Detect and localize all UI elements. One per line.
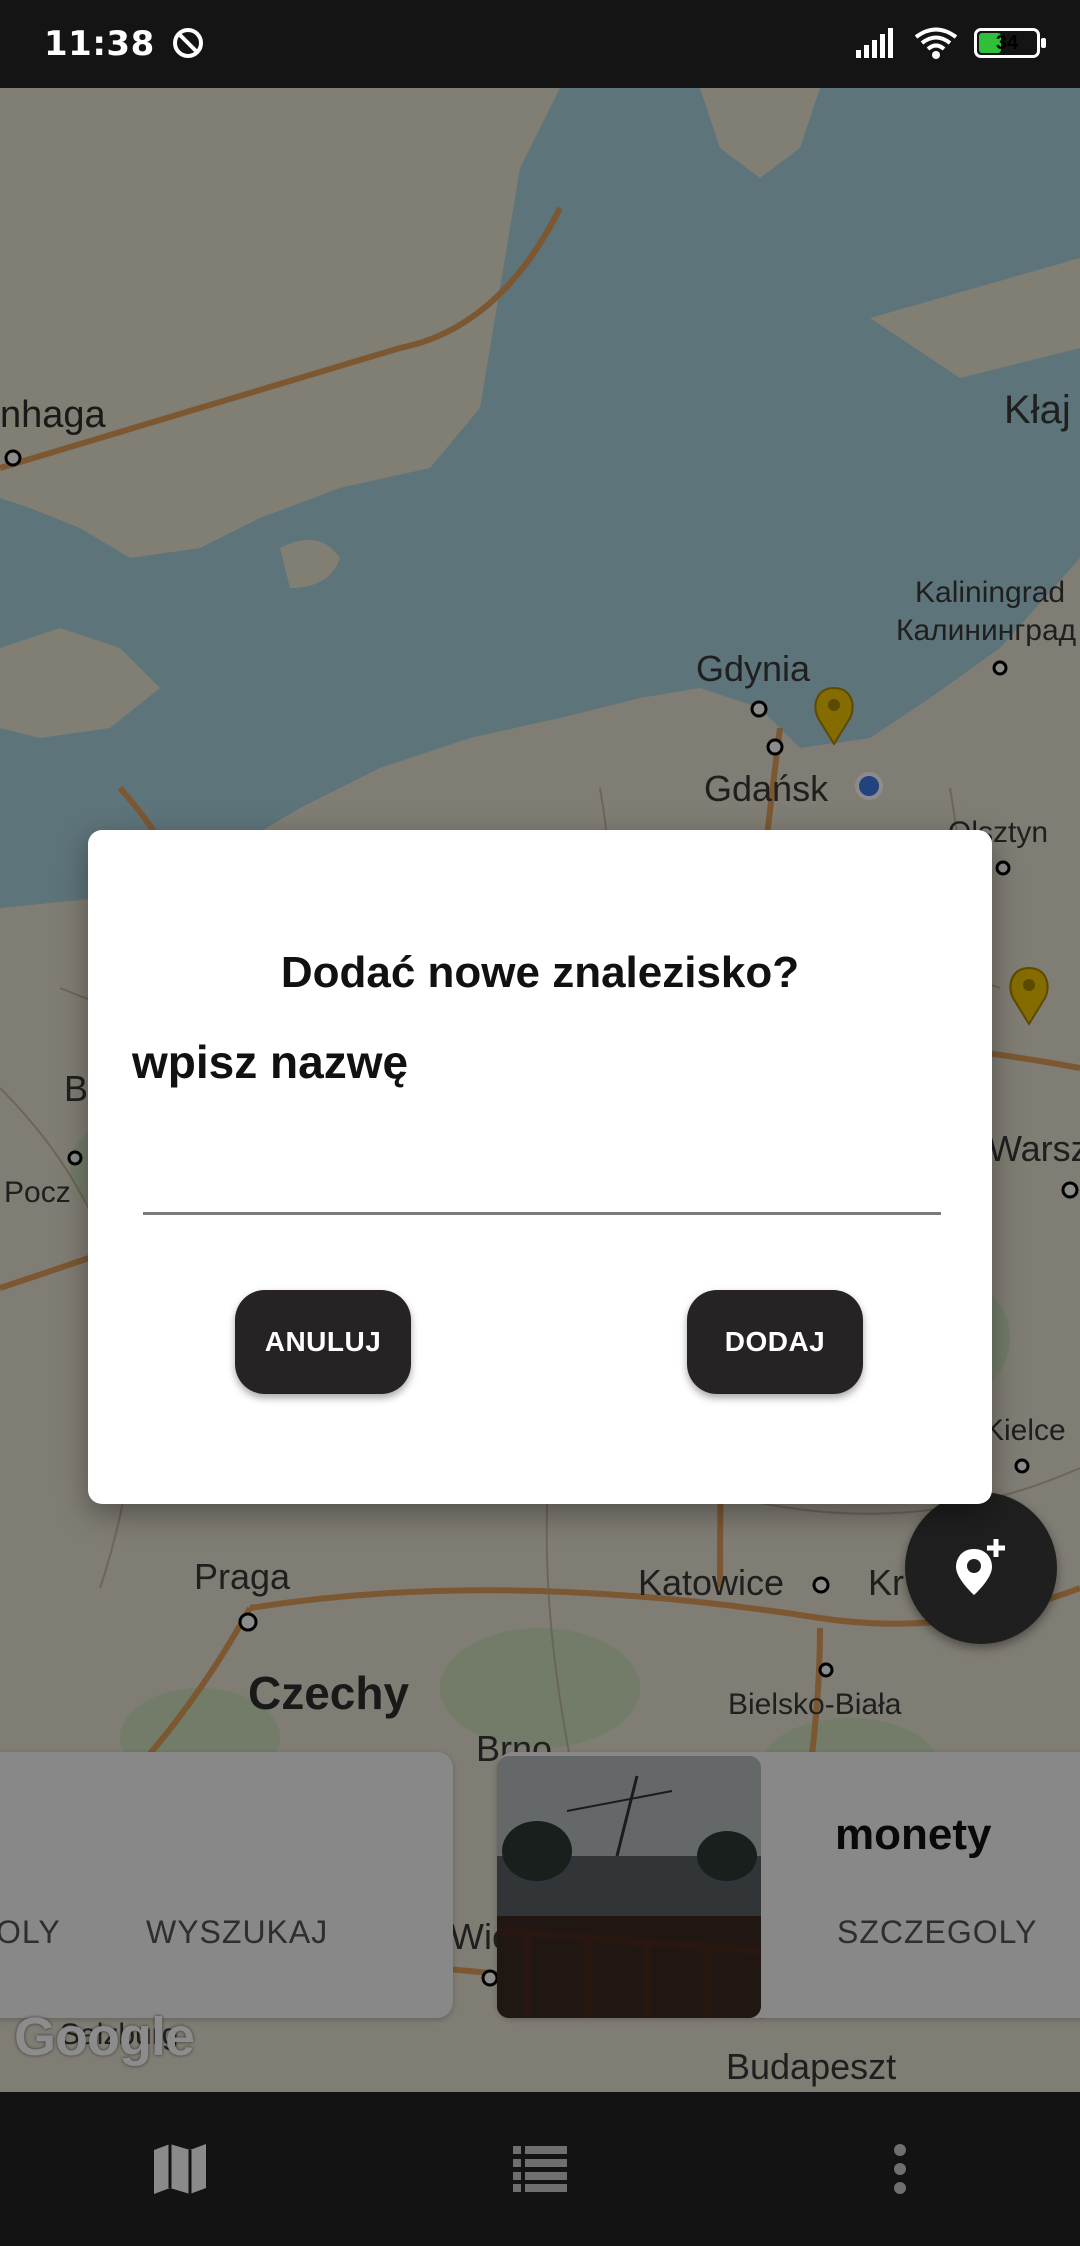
do-not-disturb-icon <box>173 28 204 58</box>
name-input[interactable] <box>143 1130 941 1215</box>
add-find-dialog: Dodać nowe znalezisko? wpisz nazwę ANULU… <box>88 830 992 1504</box>
bottom-navigation <box>0 2092 1080 2246</box>
status-time: 11:38 <box>44 24 205 64</box>
add-button[interactable]: DODAJ <box>687 1290 863 1394</box>
battery-icon: 34 <box>974 28 1046 58</box>
map-icon <box>154 2144 206 2194</box>
status-icons: 34 <box>854 26 1046 60</box>
add-location-button[interactable] <box>905 1492 1057 1644</box>
wifi-icon <box>914 27 958 59</box>
signal-icon <box>856 28 893 58</box>
status-time-text: 11:38 <box>44 24 155 64</box>
dialog-prompt: wpisz nazwę <box>132 1036 409 1088</box>
list-icon <box>513 2146 567 2192</box>
dialog-title: Dodać nowe znalezisko? <box>280 948 800 997</box>
nav-more[interactable] <box>800 2092 1000 2246</box>
more-vert-icon <box>894 2144 906 2194</box>
battery-level: 34 <box>995 32 1019 54</box>
cancel-button[interactable]: ANULUJ <box>235 1290 411 1394</box>
nav-list[interactable] <box>440 2092 640 2246</box>
add-location-icon <box>956 1539 1005 1595</box>
status-bar: 11:38 34 <box>0 0 1080 88</box>
nav-map[interactable] <box>80 2092 280 2246</box>
